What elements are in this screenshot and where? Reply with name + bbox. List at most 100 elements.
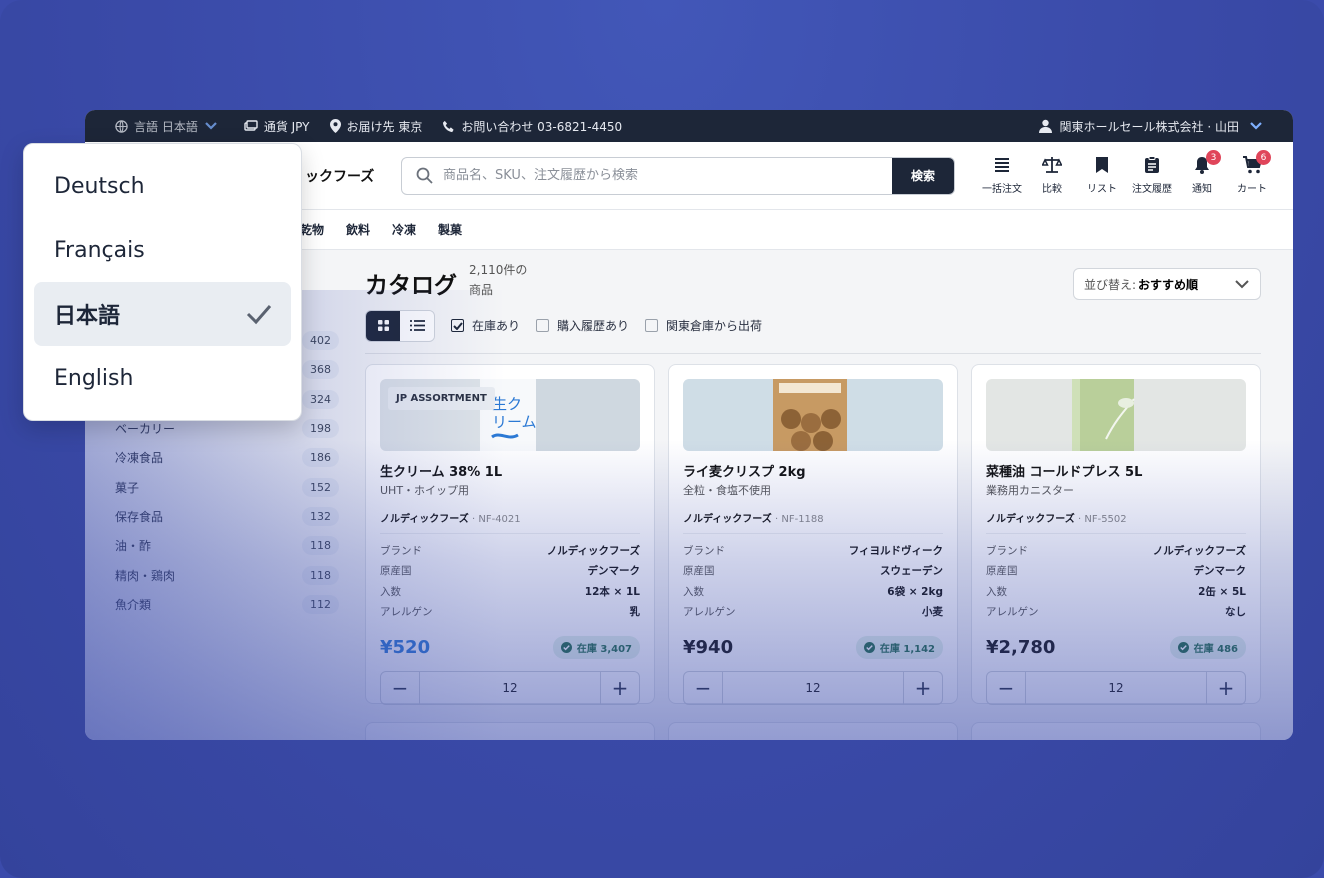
bulk-order-button[interactable]: 一括注文: [977, 156, 1027, 195]
spec-row: 原産国 デンマーク: [986, 561, 1246, 582]
currency-label: 通貨 JPY: [263, 119, 310, 134]
cart-button[interactable]: 6 カート: [1227, 150, 1277, 195]
spec-table: ブランド フィヨルドヴィーク 原産国 スウェーデン 入数 6袋 × 2kg アレルゲン…: [683, 533, 943, 622]
language-selector[interactable]: 言語 日本語: [115, 118, 224, 135]
check-circle-icon: [560, 642, 572, 653]
decrement-button[interactable]: −: [987, 672, 1025, 704]
list-view-button[interactable]: [400, 310, 434, 341]
increment-button[interactable]: +: [904, 672, 942, 704]
language-option-francais[interactable]: Français: [34, 218, 291, 282]
list-button[interactable]: リスト: [1077, 156, 1127, 195]
check-circle-icon: [1177, 642, 1189, 653]
compare-button[interactable]: 比較: [1027, 156, 1077, 195]
product-price: ¥2,780: [986, 637, 1056, 658]
product-card[interactable]: 菜種油 コールドプレス 5L 業務用カニスター ノルディックフーズ · NF-5…: [971, 364, 1261, 705]
grid-view-button[interactable]: [366, 310, 400, 341]
language-option-label: 日本語: [54, 304, 121, 329]
product-name[interactable]: 生クリーム 38% 1L: [380, 461, 640, 480]
language-label: 言語 日本語: [134, 119, 198, 134]
filter-kanto-warehouse[interactable]: 関東倉庫から出荷: [645, 317, 762, 334]
contact-link[interactable]: お問い合わせ 03-6821-4450: [442, 118, 622, 135]
brand-name: ノルディックフーズ: [683, 514, 772, 525]
chevron-down-icon: [1235, 280, 1249, 289]
sidebar-item-preserved[interactable]: 保存食品 132: [115, 502, 339, 531]
checkbox[interactable]: [645, 319, 659, 332]
sidebar-item-label: 魚介類: [115, 597, 152, 612]
product-image: [986, 379, 1246, 451]
sidebar-item-count: 118: [302, 536, 339, 556]
product-price: ¥520: [380, 637, 431, 658]
brand-logo[interactable]: ックフーズ: [305, 166, 401, 186]
sidebar-item-label: 菓子: [115, 480, 140, 495]
delivery-selector[interactable]: お届け先 東京: [329, 118, 423, 135]
sidebar-item-seafood[interactable]: 魚介類 112: [115, 590, 339, 619]
product-name[interactable]: ライ麦クリスプ 2kg: [683, 461, 943, 480]
filter-purchase-history[interactable]: 購入履歴あり: [536, 317, 629, 334]
spec-value: デンマーク: [1193, 565, 1247, 578]
product-card[interactable]: 生ク リーム JP ASSORTMENT 生クリーム 38% 1L UHT・ホイッ…: [365, 364, 655, 705]
account-menu[interactable]: 関東ホールセール株式会社 · 山田: [1038, 118, 1263, 135]
category-tab-confectionery[interactable]: 製菓: [438, 221, 462, 238]
filter-bar: 在庫あり 購入履歴あり 関東倉庫から出荷: [365, 309, 1261, 354]
language-option-deutsch[interactable]: Deutsch: [34, 154, 291, 218]
chevron-down-icon: [1250, 122, 1262, 130]
language-option-japanese[interactable]: 日本語: [34, 282, 291, 346]
result-count: 2,110件の 商品: [469, 260, 539, 300]
search-button[interactable]: 検索: [892, 157, 954, 194]
sidebar-item-count: 368: [302, 360, 339, 380]
category-tab-beverage[interactable]: 飲料: [346, 221, 370, 238]
sidebar-item-label: 冷凍食品: [115, 451, 164, 466]
stock-label: 在庫 1,142: [879, 644, 935, 655]
product-card[interactable]: ライ麦クリスプ 2kg 全粒・食塩不使用 ノルディックフーズ · NF-1188…: [668, 364, 958, 705]
check-icon: [452, 321, 463, 330]
sidebar-item-label: ベーカリー: [115, 422, 176, 437]
sidebar-item-count: 112: [302, 594, 339, 614]
quantity-input[interactable]: 12: [1025, 672, 1207, 704]
svg-text:生ク: 生ク: [492, 395, 522, 413]
delivery-label: お届け先 東京: [346, 119, 423, 134]
price-row: ¥2,780 在庫 486: [986, 636, 1246, 659]
search-input[interactable]: [443, 168, 892, 183]
checkbox-checked[interactable]: [451, 319, 464, 332]
product-card-next-row: [971, 722, 1261, 740]
stock-label: 在庫 3,407: [576, 644, 632, 655]
sidebar-item-count: 324: [302, 389, 339, 409]
spec-row: アレルゲン 小麦: [683, 602, 943, 623]
spec-value: 12本 × 1L: [584, 585, 640, 598]
quantity-input[interactable]: 12: [722, 672, 904, 704]
sidebar-item-frozen-food[interactable]: 冷凍食品 186: [115, 443, 339, 472]
sort-prefix: 並び替え:: [1084, 277, 1137, 292]
clipboard-icon: [1145, 156, 1159, 173]
order-history-button[interactable]: 注文履歴: [1127, 156, 1177, 195]
checkbox[interactable]: [536, 319, 550, 332]
result-count-line1: 2,110件の: [469, 263, 528, 277]
sidebar-item-count: 186: [302, 448, 339, 468]
product-brand-sku: ノルディックフーズ · NF-5502: [986, 510, 1246, 525]
increment-button[interactable]: +: [1207, 672, 1245, 704]
top-bar: 言語 日本語 通貨 JPY お届け先 東京 お問い合わせ 03-6821-445…: [85, 110, 1293, 142]
sidebar-item-meat[interactable]: 精肉・鶏肉 118: [115, 560, 339, 589]
stock-badge: 在庫 3,407: [552, 636, 640, 659]
spec-value: 2缶 × 5L: [1198, 585, 1246, 598]
decrement-button[interactable]: −: [684, 672, 722, 704]
increment-button[interactable]: +: [601, 672, 639, 704]
sidebar-item-oil-vinegar[interactable]: 油・酢 118: [115, 531, 339, 560]
product-description: 業務用カニスター: [986, 484, 1074, 497]
quantity-input[interactable]: 12: [419, 672, 601, 704]
category-tab-frozen[interactable]: 冷凍: [392, 221, 416, 238]
notifications-button[interactable]: 3 通知: [1177, 150, 1227, 195]
product-name[interactable]: 菜種油 コールドプレス 5L: [986, 461, 1246, 480]
decrement-button[interactable]: −: [381, 672, 419, 704]
quantity-stepper: − 12 +: [683, 671, 943, 705]
language-option-english[interactable]: English: [34, 346, 291, 410]
page-title: カタログ: [365, 273, 457, 299]
spec-key: 入数: [683, 585, 704, 598]
sort-dropdown[interactable]: 並び替え: おすすめ順: [1073, 268, 1261, 300]
spec-key: アレルゲン: [380, 606, 433, 619]
stock-badge: 在庫 1,142: [855, 636, 943, 659]
category-tab-dry[interactable]: 乾物: [300, 221, 324, 238]
sidebar-item-sweets[interactable]: 菓子 152: [115, 472, 339, 501]
globe-icon: [115, 119, 128, 133]
currency-selector[interactable]: 通貨 JPY: [244, 118, 310, 135]
filter-in-stock[interactable]: 在庫あり: [451, 317, 520, 334]
